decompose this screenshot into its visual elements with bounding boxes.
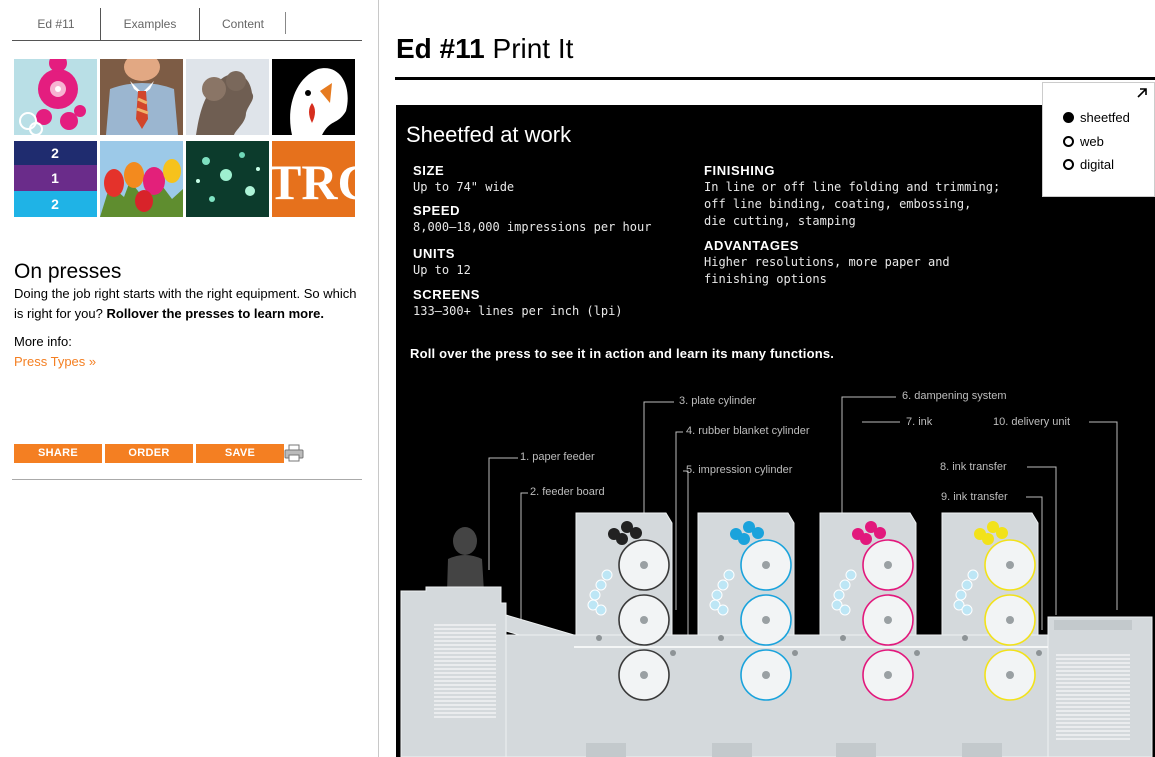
title-issue: Ed #11 xyxy=(396,33,485,64)
expand-arrow-icon[interactable] xyxy=(1136,87,1148,99)
option-digital[interactable]: digital xyxy=(1063,157,1114,173)
save-button[interactable]: SAVE xyxy=(196,444,284,463)
thumbnail-numbers[interactable]: 2 1 2 xyxy=(14,141,97,217)
label-paper-feeder[interactable]: 1. paper feeder xyxy=(520,451,595,463)
spec-advantages: ADVANTAGES Higher resolutions, more pape… xyxy=(704,238,984,288)
spec-speed-label: SPEED xyxy=(413,203,461,218)
thumbnail-typography[interactable]: TRC xyxy=(272,141,355,217)
thumb-logo-text: TRC xyxy=(272,154,355,210)
option-web[interactable]: web xyxy=(1063,134,1104,150)
press-type-selector: sheetfed web digital xyxy=(1042,82,1155,197)
option-sheetfed-label: sheetfed xyxy=(1080,110,1130,125)
spec-screens: SCREENS 133–300+ lines per inch (lpi) xyxy=(413,287,623,320)
title-text: Print It xyxy=(484,33,574,64)
tab-content[interactable]: Content xyxy=(200,8,286,40)
label-rubber-blanket-cylinder[interactable]: 4. rubber blanket cylinder xyxy=(686,425,810,437)
label-feeder-board[interactable]: 2. feeder board xyxy=(530,486,605,498)
spec-finishing-label: FINISHING xyxy=(704,163,776,178)
option-sheetfed[interactable]: sheetfed xyxy=(1063,110,1130,126)
radio-icon[interactable] xyxy=(1063,159,1074,170)
page-title: Ed #11 Print It xyxy=(396,32,573,66)
section-heading: On presses xyxy=(14,260,122,283)
more-info-label: More info: xyxy=(14,334,72,349)
radio-selected-icon[interactable] xyxy=(1063,112,1074,123)
option-web-label: web xyxy=(1080,134,1104,149)
thumbnail-ghost[interactable] xyxy=(272,59,355,135)
spec-units-label: UNITS xyxy=(413,246,455,261)
example-thumbnails: 2 1 2 TR xyxy=(14,59,355,217)
label-impression-cylinder[interactable]: 5. impression cylinder xyxy=(686,464,792,476)
panel-heading: Sheetfed at work xyxy=(406,122,572,147)
order-button[interactable]: ORDER xyxy=(105,444,193,463)
label-plate-cylinder[interactable]: 3. plate cylinder xyxy=(679,395,756,407)
tab-ed11[interactable]: Ed #11 xyxy=(12,8,100,40)
thumbnail-bubbles[interactable] xyxy=(186,141,269,217)
tab-examples[interactable]: Examples xyxy=(100,8,200,40)
tab-underline xyxy=(12,40,362,41)
thumb-number-bottom: 2 xyxy=(51,196,59,212)
label-dampening-system[interactable]: 6. dampening system xyxy=(902,390,1007,402)
printer-icon[interactable] xyxy=(284,444,304,462)
spec-advantages-label: ADVANTAGES xyxy=(704,238,800,253)
section-description: Doing the job right starts with the righ… xyxy=(14,284,364,324)
thumb-number-middle: 1 xyxy=(51,170,59,186)
thumbnail-profile[interactable] xyxy=(186,59,269,135)
spec-size-label: SIZE xyxy=(413,163,445,178)
press-types-link[interactable]: Press Types » xyxy=(14,352,364,372)
spec-screens-value: 133–300+ lines per inch (lpi) xyxy=(413,304,623,318)
spec-finishing: FINISHING In line or off line folding an… xyxy=(704,163,1004,230)
rollover-instruction: Roll over the press to see it in action … xyxy=(410,346,835,361)
sidebar-divider xyxy=(12,479,362,480)
spec-finishing-value: In line or off line folding and trimming… xyxy=(704,180,1001,228)
share-button[interactable]: SHARE xyxy=(14,444,102,463)
spec-screens-label: SCREENS xyxy=(413,287,481,302)
sidebar: Ed #11 Examples Content 2 1 2 TR On pres… xyxy=(0,0,378,757)
spec-speed-value: 8,000–18,000 impressions per hour xyxy=(413,220,652,234)
column-divider xyxy=(378,0,379,757)
description-emphasis: Rollover the presses to learn more. xyxy=(106,306,324,321)
spec-units: UNITS Up to 12 xyxy=(413,246,471,279)
thumb-number-top: 2 xyxy=(51,145,59,161)
option-digital-label: digital xyxy=(1080,157,1114,172)
label-ink[interactable]: 7. ink xyxy=(906,416,932,428)
on-presses-section: On presses Doing the job right starts wi… xyxy=(14,260,364,372)
label-delivery-unit[interactable]: 10. delivery unit xyxy=(993,416,1070,428)
tab-bar: Ed #11 Examples Content xyxy=(12,8,362,42)
label-ink-transfer-8[interactable]: 8. ink transfer xyxy=(940,461,1007,473)
thumbnail-tulips[interactable] xyxy=(100,141,183,217)
spec-advantages-value: Higher resolutions, more paper and finis… xyxy=(704,255,950,286)
title-rule xyxy=(395,77,1155,80)
spec-units-value: Up to 12 xyxy=(413,263,471,277)
thumbnail-circles[interactable] xyxy=(14,59,97,135)
press-diagram-panel: Sheetfed at work SIZE Up to 74" wide SPE… xyxy=(396,105,1155,757)
spec-size: SIZE Up to 74" wide xyxy=(413,163,514,196)
spec-speed: SPEED 8,000–18,000 impressions per hour xyxy=(413,203,651,236)
spec-size-value: Up to 74" wide xyxy=(413,180,515,194)
thumbnail-businessman[interactable] xyxy=(100,59,183,135)
label-ink-transfer-9[interactable]: 9. ink transfer xyxy=(941,491,1008,503)
radio-icon[interactable] xyxy=(1063,136,1074,147)
